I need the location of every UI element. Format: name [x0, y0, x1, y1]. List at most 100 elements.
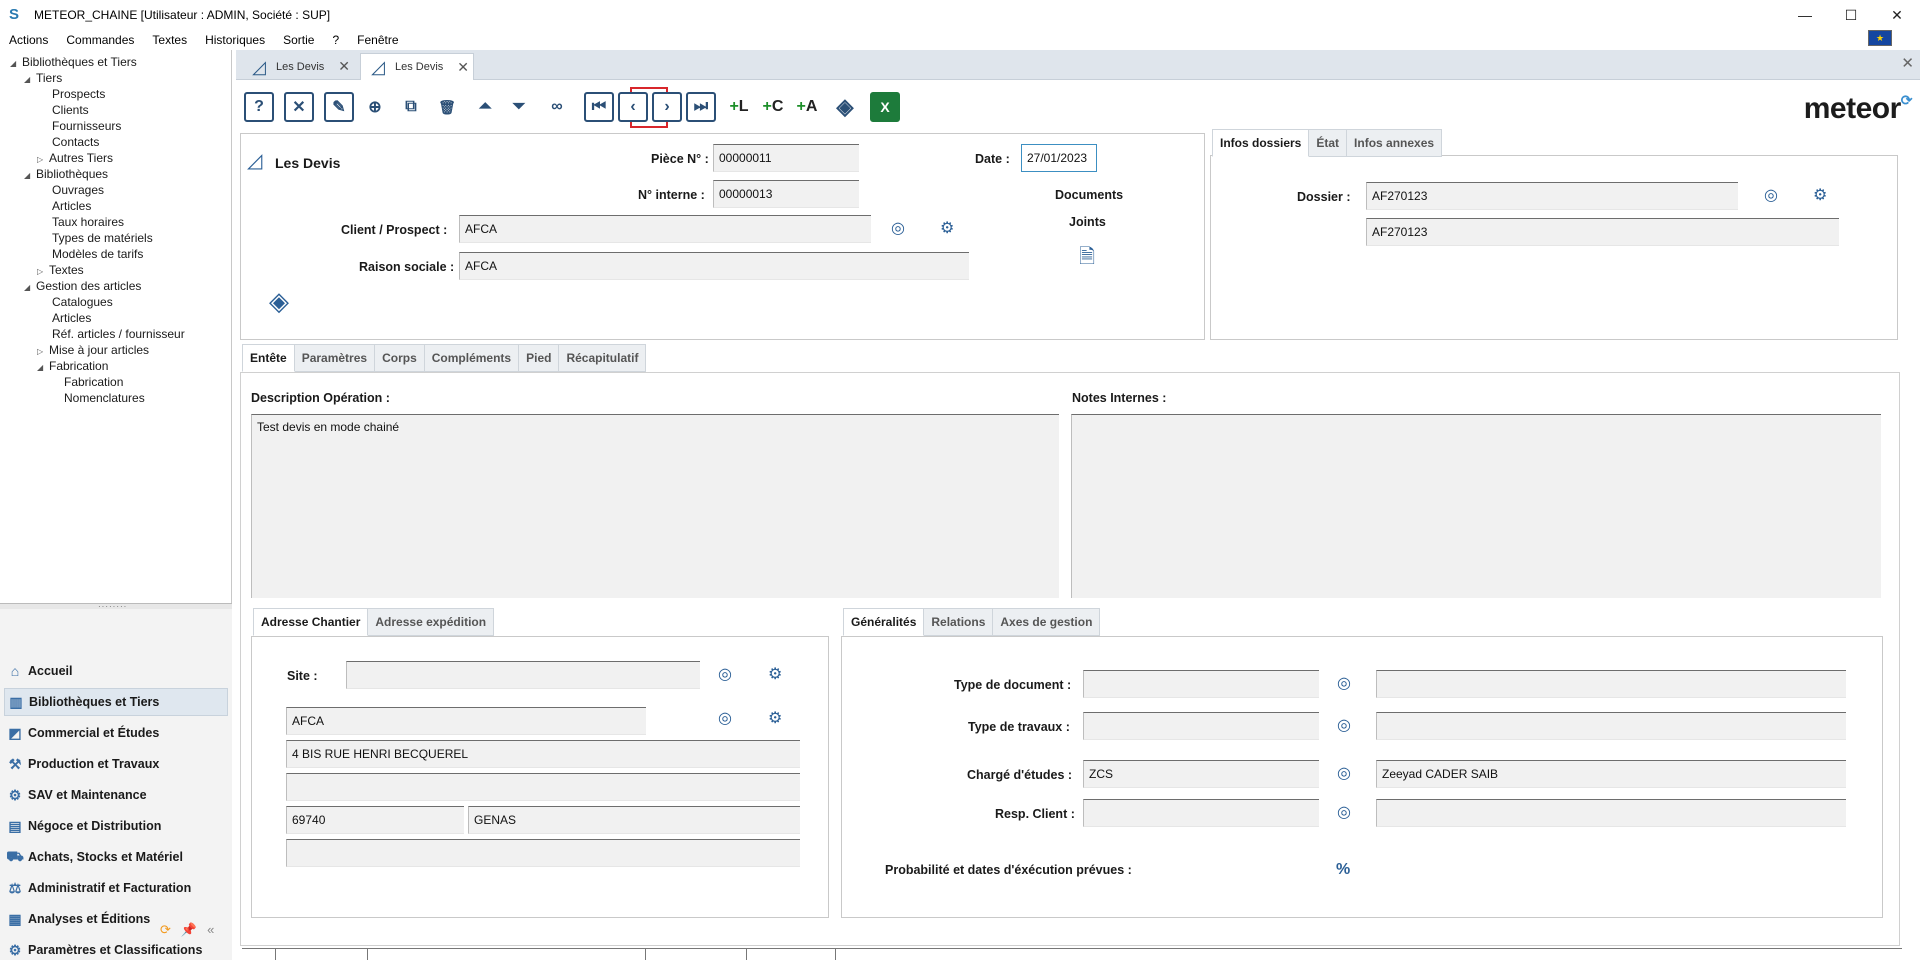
tab-relations[interactable]: Relations	[924, 608, 994, 636]
tree-item[interactable]: Catalogues	[52, 294, 113, 310]
maximize-button[interactable]: ☐	[1828, 0, 1874, 30]
date-field[interactable]: 27/01/2023	[1021, 144, 1097, 172]
tab-adresse-expedition[interactable]: Adresse expédition	[368, 608, 495, 636]
charge-name-field[interactable]: Zeeyad CADER SAIB	[1376, 760, 1846, 788]
language-flag-icon[interactable]: ★	[1868, 30, 1892, 46]
site-settings-icon[interactable]: ⚙	[768, 666, 782, 684]
dossier-field[interactable]: AF270123	[1366, 182, 1738, 210]
tab-les-devis-1[interactable]: ◿ Les Devis ✕	[242, 53, 358, 80]
tab-infos-annexes[interactable]: Infos annexes	[1347, 129, 1443, 157]
tab-infos-dossiers[interactable]: Infos dossiers	[1212, 129, 1310, 157]
type-travaux-desc-field[interactable]	[1376, 712, 1846, 740]
nav-item[interactable]: ▤ Négoce et Distribution	[4, 812, 228, 840]
resp-client-code-field[interactable]	[1083, 799, 1319, 827]
tab-etat[interactable]: État	[1309, 129, 1348, 157]
tree-item[interactable]: Modèles de tarifs	[52, 246, 143, 262]
dossier-settings-icon[interactable]: ⚙	[1813, 187, 1827, 205]
nav-item[interactable]: ⛟ Achats, Stocks et Matériel	[4, 843, 228, 871]
interne-field[interactable]: 00000013	[713, 180, 859, 208]
close-tab-icon[interactable]: ✕	[338, 58, 350, 75]
add-button[interactable]: ⊕	[360, 92, 390, 122]
tree-item[interactable]: Réf. articles / fournisseur	[52, 326, 185, 342]
nav-item[interactable]: ⚙ SAV et Maintenance	[4, 781, 228, 809]
address-name-field[interactable]: AFCA	[286, 707, 646, 735]
menu-sortie[interactable]: Sortie	[274, 33, 323, 47]
tree-item[interactable]: ◢ Bibliothèques et Tiers	[10, 54, 137, 70]
client-lookup-icon[interactable]: ◎	[891, 220, 905, 238]
cancel-button[interactable]: ✕	[284, 92, 314, 122]
site-lookup-icon[interactable]: ◎	[718, 666, 732, 684]
tree-item[interactable]: ◢ Bibliothèques	[24, 166, 108, 182]
close-window-button[interactable]: ✕	[1874, 0, 1920, 30]
nav-item[interactable]: ▥ Bibliothèques et Tiers	[4, 688, 228, 716]
tree-item[interactable]: ▷ Textes	[37, 262, 84, 278]
expand-arrow-icon[interactable]: ◢	[10, 56, 22, 72]
tree-item[interactable]: Fabrication	[64, 374, 123, 390]
raison-field[interactable]: AFCA	[459, 252, 969, 280]
tree-item[interactable]: ◢ Fabrication	[37, 358, 108, 374]
tab-entete[interactable]: Entête	[242, 344, 295, 372]
tree-item[interactable]: ▷ Autres Tiers	[37, 150, 113, 166]
tree-item[interactable]: Prospects	[52, 86, 105, 102]
piece-field[interactable]: 00000011	[713, 144, 859, 172]
resp-client-lookup-icon[interactable]: ◎	[1337, 804, 1351, 822]
search-button[interactable]: ∞	[542, 92, 572, 122]
tree-item[interactable]: Articles	[52, 310, 91, 326]
client-field[interactable]: AFCA	[459, 215, 871, 243]
tree-item[interactable]: ▷ Mise à jour articles	[37, 342, 149, 358]
add-a-button[interactable]: + A	[792, 92, 822, 122]
dossier-lookup-icon[interactable]: ◎	[1764, 187, 1778, 205]
collapse-icon[interactable]: «	[207, 922, 214, 938]
expand-arrow-icon[interactable]: ◢	[24, 280, 36, 296]
tree-item[interactable]: Clients	[52, 102, 89, 118]
nav-item[interactable]: ⌂ Accueil	[4, 657, 228, 685]
expand-arrow-icon[interactable]: ◢	[24, 168, 36, 184]
nav-item[interactable]: ◩ Commercial et Études	[4, 719, 228, 747]
tab-pied[interactable]: Pied	[519, 344, 560, 372]
menu-fenetre[interactable]: Fenêtre	[348, 33, 407, 47]
type-doc-desc-field[interactable]	[1376, 670, 1846, 698]
layers-icon[interactable]: ◈	[269, 288, 289, 314]
tab-les-devis-2[interactable]: ◿ Les Devis ✕	[360, 53, 474, 80]
tree-item[interactable]: Ouvrages	[52, 182, 104, 198]
tree-item[interactable]: Taux horaires	[52, 214, 124, 230]
tree-item[interactable]: Fournisseurs	[52, 118, 121, 134]
client-settings-icon[interactable]: ⚙	[940, 220, 954, 238]
type-doc-code-field[interactable]	[1083, 670, 1319, 698]
percent-icon[interactable]: %	[1336, 861, 1350, 879]
site-field[interactable]	[346, 661, 700, 689]
type-travaux-lookup-icon[interactable]: ◎	[1337, 717, 1351, 735]
tree-item[interactable]: Articles	[52, 198, 91, 214]
tab-parametres[interactable]: Paramètres	[294, 344, 376, 372]
duplicate-button[interactable]: ⧉	[396, 92, 426, 122]
minimize-button[interactable]: —	[1782, 0, 1828, 30]
delete-button[interactable]: 🗑	[432, 92, 462, 122]
last-record-button[interactable]: ⏭	[686, 92, 716, 122]
tab-recapitulatif[interactable]: Récapitulatif	[559, 344, 647, 372]
menu-historiques[interactable]: Historiques	[196, 33, 274, 47]
first-record-button[interactable]: ⏮	[584, 92, 614, 122]
document-icon[interactable]: 🗎	[1079, 247, 1095, 267]
close-tab-icon[interactable]: ✕	[457, 59, 469, 76]
notes-textarea[interactable]	[1071, 414, 1881, 598]
nav-item[interactable]: ⚖ Administratif et Facturation	[4, 874, 228, 902]
menu-commandes[interactable]: Commandes	[57, 33, 143, 47]
layers-button[interactable]: ◈	[830, 92, 860, 122]
menu-textes[interactable]: Textes	[143, 33, 196, 47]
charge-code-field[interactable]: ZCS	[1083, 760, 1319, 788]
add-l-button[interactable]: + L	[724, 92, 754, 122]
excel-export-button[interactable]: X	[870, 92, 900, 122]
pin-icon[interactable]: 📌	[181, 922, 197, 938]
tab-axes-gestion[interactable]: Axes de gestion	[993, 608, 1101, 636]
zip-field[interactable]: 69740	[286, 806, 464, 834]
nav-item[interactable]: ⚙ Paramètres et Classifications	[4, 936, 228, 960]
charge-lookup-icon[interactable]: ◎	[1337, 765, 1351, 783]
sync-icon[interactable]: ⟳	[160, 922, 171, 938]
tree-item[interactable]: Nomenclatures	[64, 390, 145, 406]
tab-corps[interactable]: Corps	[375, 344, 425, 372]
add-c-button[interactable]: + C	[758, 92, 788, 122]
expand-arrow-icon[interactable]: ◢	[37, 360, 49, 376]
move-down-button[interactable]: ⏷	[504, 92, 534, 122]
expand-arrow-icon[interactable]: ◢	[24, 72, 36, 88]
address-line3-field[interactable]	[286, 839, 800, 867]
